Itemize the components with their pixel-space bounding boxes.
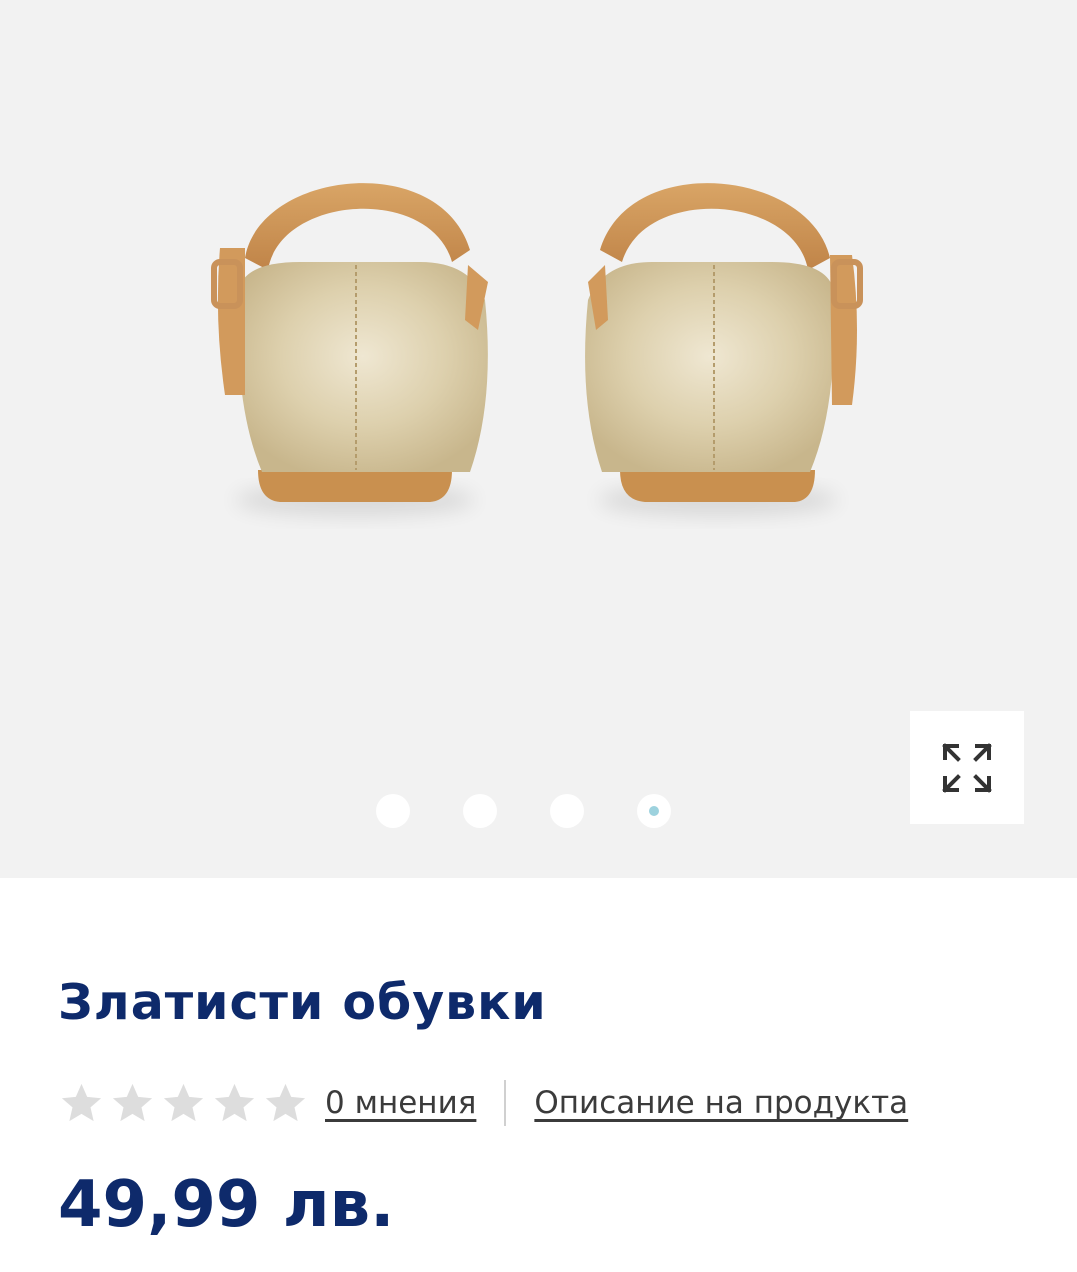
left-shoe bbox=[211, 183, 488, 516]
expand-arrows-icon bbox=[942, 742, 992, 793]
star-icon bbox=[61, 1083, 102, 1121]
star-icon bbox=[163, 1083, 204, 1121]
divider bbox=[504, 1080, 507, 1126]
rating-stars bbox=[58, 1080, 309, 1127]
rating-row: 0 мнения Описание на продукта bbox=[58, 1078, 908, 1128]
expand-image-button[interactable] bbox=[910, 711, 1024, 824]
gallery-pagination bbox=[376, 794, 676, 830]
product-info: Златисти обувки 0 мнения Описание на про… bbox=[0, 878, 1077, 1272]
product-image-gallery[interactable] bbox=[0, 0, 1077, 878]
product-price: 49,99 лв. bbox=[58, 1168, 395, 1242]
reviews-link[interactable]: 0 мнения bbox=[325, 1085, 476, 1121]
gallery-dot-1[interactable] bbox=[376, 794, 410, 828]
product-title: Златисти обувки bbox=[58, 974, 547, 1031]
right-shoe bbox=[585, 183, 863, 516]
gallery-dot-2[interactable] bbox=[463, 794, 497, 828]
gallery-dot-4-active[interactable] bbox=[637, 794, 671, 828]
star-icon bbox=[214, 1083, 255, 1121]
gallery-dot-3[interactable] bbox=[550, 794, 584, 828]
product-description-link[interactable]: Описание на продукта bbox=[534, 1085, 908, 1121]
star-icon bbox=[112, 1083, 153, 1121]
star-icon bbox=[265, 1083, 306, 1121]
